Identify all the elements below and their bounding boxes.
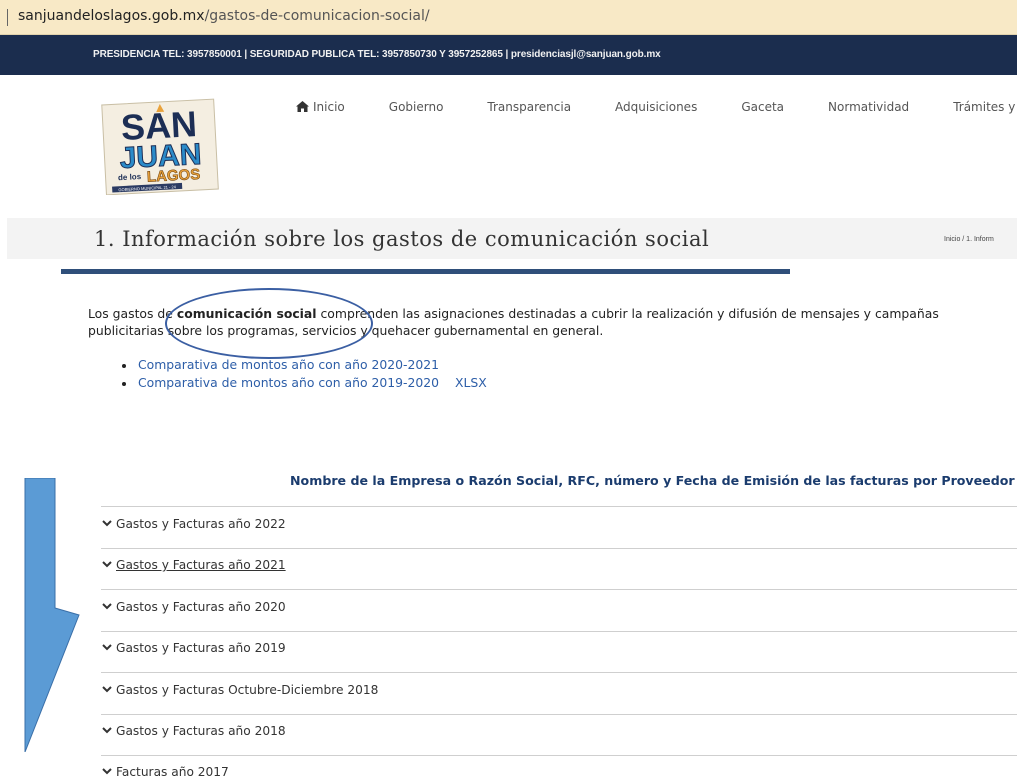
nav-label: Inicio (313, 100, 345, 114)
accordion-item-2018[interactable]: Gastos y Facturas año 2018 (101, 714, 1017, 756)
chevron-down-icon (102, 644, 112, 651)
chevron-down-icon (102, 727, 112, 734)
text-caret (7, 9, 8, 26)
chevron-down-icon (102, 561, 112, 568)
main-nav: Inicio Gobierno Transparencia Adquisicio… (296, 100, 1017, 114)
comparison-links: Comparativa de montos año con año 2020-2… (120, 356, 487, 392)
accordion-label: Facturas año 2017 (116, 765, 229, 776)
nav-item-gaceta[interactable]: Gaceta (741, 100, 784, 114)
accordion-item-oct-dic-2018[interactable]: Gastos y Facturas Octubre-Diciembre 2018 (101, 673, 1017, 715)
accordion-item-2022[interactable]: Gastos y Facturas año 2022 (101, 507, 1017, 549)
home-icon (296, 101, 309, 112)
annotation-arrow (24, 478, 80, 752)
nav-item-inicio[interactable]: Inicio (296, 100, 345, 114)
table-heading: Nombre de la Empresa o Razón Social, RFC… (290, 473, 1015, 488)
accordion-label: Gastos y Facturas año 2019 (116, 641, 286, 655)
accordion-label: Gastos y Facturas año 2021 (116, 558, 286, 572)
intro-text-start: Los gastos de (88, 306, 177, 321)
nav-item-transparencia[interactable]: Transparencia (487, 100, 571, 114)
chevron-down-icon (102, 520, 112, 527)
list-item: Comparativa de montos año con año 2019-2… (120, 374, 487, 392)
nav-item-tramites[interactable]: Trámites y (953, 100, 1015, 114)
nav-item-adquisiciones[interactable]: Adquisiciones (615, 100, 697, 114)
accordion-label: Gastos y Facturas año 2020 (116, 600, 286, 614)
accordion-item-2020[interactable]: Gastos y Facturas año 2020 (101, 590, 1017, 632)
nav-item-normatividad[interactable]: Normatividad (828, 100, 909, 114)
browser-url-bar[interactable]: sanjuandeloslagos.gob.mx/gastos-de-comun… (0, 0, 1017, 35)
breadcrumb[interactable]: Inicio / 1. Inform (944, 236, 994, 243)
chevron-down-icon (102, 603, 112, 610)
chevron-down-icon (102, 768, 112, 775)
accordion-item-2021[interactable]: Gastos y Facturas año 2021 (101, 548, 1017, 590)
nav-item-gobierno[interactable]: Gobierno (389, 100, 444, 114)
url-text[interactable]: sanjuandeloslagos.gob.mx/gastos-de-comun… (18, 8, 430, 24)
url-domain: sanjuandeloslagos.gob.mx (18, 8, 205, 24)
annotation-oval (165, 288, 373, 359)
logo-text-lagos: LAGOS (146, 166, 200, 186)
accordion-item-2019[interactable]: Gastos y Facturas año 2019 (101, 631, 1017, 673)
accordion-label: Gastos y Facturas año 2018 (116, 724, 286, 738)
list-item: Comparativa de montos año con año 2020-2… (120, 356, 487, 374)
logo-text-delos: de los (118, 172, 142, 182)
link-comparativa-2020-2021[interactable]: Comparativa de montos año con año 2020-2… (138, 357, 439, 372)
contact-topbar: PRESIDENCIA TEL: 3957850001 | SEGURIDAD … (0, 35, 1017, 75)
page-title: 1. Información sobre los gastos de comun… (94, 227, 710, 251)
contact-info: PRESIDENCIA TEL: 3957850001 | SEGURIDAD … (93, 49, 661, 60)
accordion-label: Gastos y Facturas Octubre-Diciembre 2018 (116, 683, 379, 697)
accordion-item-2017[interactable]: Facturas año 2017 (101, 755, 1017, 776)
link-xlsx[interactable]: XLSX (455, 375, 487, 390)
link-comparativa-2019-2020[interactable]: Comparativa de montos año con año 2019-2… (138, 375, 439, 390)
chevron-down-icon (102, 686, 112, 693)
url-path: /gastos-de-comunicacion-social/ (204, 8, 430, 24)
accordion-label: Gastos y Facturas año 2022 (116, 517, 286, 531)
site-logo[interactable]: SAN JUAN de los LAGOS GOBIERNO MUNICIPAL… (98, 98, 222, 195)
title-underline (61, 269, 790, 274)
